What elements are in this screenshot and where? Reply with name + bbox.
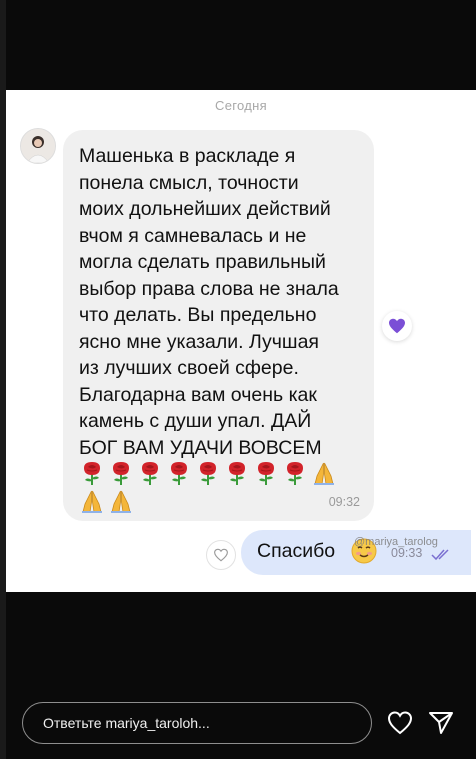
praying-hands-icon [311, 460, 337, 486]
rose-icon [195, 460, 221, 486]
emoji-row-1 [79, 460, 379, 486]
reply-bar [22, 702, 372, 744]
read-double-check-icon [431, 548, 453, 566]
praying-hands-icon [79, 488, 105, 514]
watermark: @mariya_tarolog [354, 536, 438, 548]
date-separator: Сегодня [215, 98, 267, 113]
outgoing-message-time: 09:33 [391, 546, 423, 560]
rose-icon [137, 460, 163, 486]
rose-icon [166, 460, 192, 486]
chat-screenshot: Сегодня Машенька в раскладе я понела смы… [6, 90, 476, 592]
incoming-message-text: Машенька в раскладе я понела смысл, точн… [79, 145, 339, 459]
reply-input[interactable] [23, 703, 371, 743]
like-story-heart-icon[interactable] [386, 709, 414, 737]
like-heart-icon[interactable] [206, 540, 236, 570]
rose-icon [108, 460, 134, 486]
incoming-message-time: 09:32 [328, 495, 360, 509]
rose-icon [224, 460, 250, 486]
outgoing-message-text: Спасибо [257, 540, 336, 562]
send-paper-plane-icon[interactable] [427, 709, 455, 737]
praying-hands-icon [108, 488, 134, 514]
rose-icon [282, 460, 308, 486]
rose-icon [79, 460, 105, 486]
reaction-purple-heart-icon[interactable] [382, 311, 412, 341]
incoming-message-bubble[interactable]: Машенька в раскладе я понела смысл, точн… [63, 130, 374, 521]
story-top-area [6, 0, 476, 90]
rose-icon [253, 460, 279, 486]
avatar [20, 128, 56, 164]
